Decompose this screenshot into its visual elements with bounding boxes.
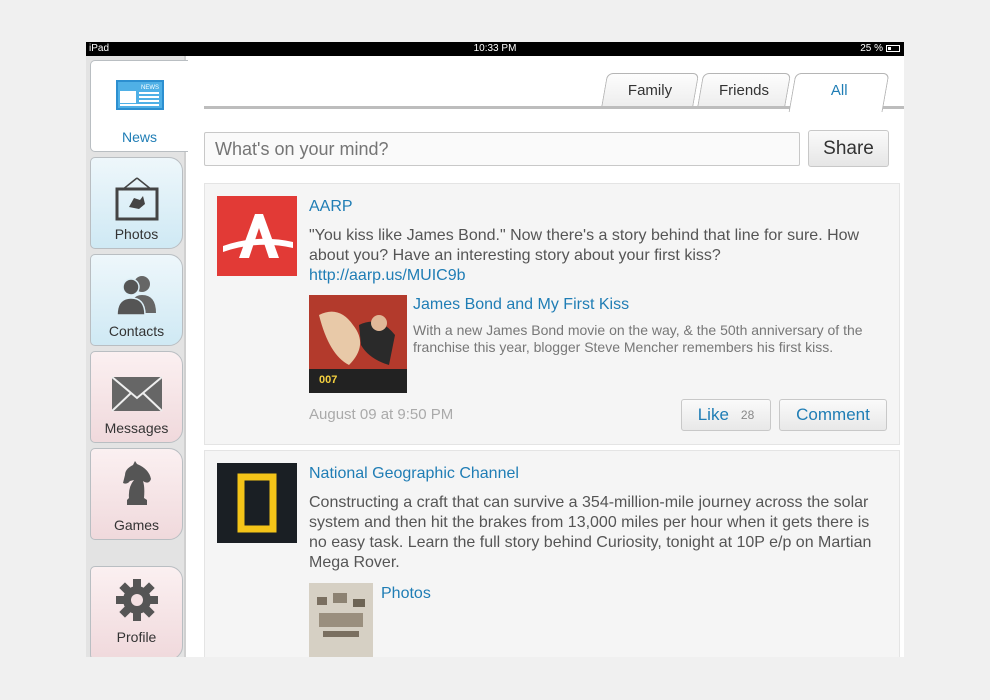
post-text: Constructing a craft that can survive a … — [309, 494, 872, 571]
post-author[interactable]: AARP — [309, 198, 353, 216]
battery-icon — [886, 45, 900, 52]
sidebar-item-label: Games — [113, 517, 160, 533]
attachment-thumbnail[interactable]: 007 — [309, 295, 407, 393]
attachment-title[interactable]: Photos — [381, 585, 431, 603]
post-card: AARP "You kiss like James Bond." Now the… — [204, 183, 900, 445]
post-text: "You kiss like James Bond." Now there's … — [309, 227, 860, 264]
people-icon — [91, 273, 182, 315]
sidebar-item-label: Contacts — [108, 323, 165, 339]
sidebar-item-label: Profile — [116, 629, 157, 645]
photos-thumbnail[interactable] — [309, 583, 373, 657]
tab-friends[interactable]: Friends — [696, 73, 792, 109]
sidebar-item-games[interactable]: Games — [90, 448, 183, 540]
sidebar: NEWS News Photos Contacts Messages Games… — [86, 56, 188, 657]
like-count: 28 — [740, 408, 755, 422]
status-input[interactable] — [204, 132, 800, 166]
post-author[interactable]: National Geographic Channel — [309, 465, 519, 483]
news-feed: Family Friends All Share AARP "You kiss … — [186, 56, 904, 657]
post-card: National Geographic Channel Constructing… — [204, 450, 900, 657]
sidebar-item-label: Messages — [104, 420, 169, 436]
attachment-title[interactable]: James Bond and My First Kiss — [413, 296, 629, 314]
svg-text:NEWS: NEWS — [141, 85, 159, 91]
share-button[interactable]: Share — [808, 130, 889, 167]
post-timestamp: August 09 at 9:50 PM — [309, 406, 454, 423]
clock: 10:33 PM — [473, 43, 517, 54]
like-button[interactable]: Like 28 — [681, 399, 771, 431]
chess-knight-icon — [91, 461, 182, 507]
sidebar-item-label: News — [121, 129, 157, 145]
sidebar-item-messages[interactable]: Messages — [90, 351, 183, 443]
sidebar-item-photos[interactable]: Photos — [90, 157, 183, 249]
newspaper-icon: NEWS — [91, 79, 188, 111]
picture-frame-icon — [91, 176, 182, 222]
envelope-icon — [91, 370, 182, 412]
svg-text:007: 007 — [319, 374, 337, 386]
post-link[interactable]: http://aarp.us/MUIC9b — [309, 267, 466, 284]
attachment-description: With a new James Bond movie on the way, … — [413, 322, 863, 355]
natgeo-logo[interactable] — [217, 463, 297, 543]
tab-all[interactable]: All — [788, 73, 890, 112]
status-bar: iPad 10:33 PM 25 % — [86, 42, 904, 56]
device-frame: iPad 10:33 PM 25 % NEWS News Photos Cont… — [0, 0, 990, 700]
tab-family[interactable]: Family — [600, 73, 700, 109]
sidebar-item-news[interactable]: NEWS News — [90, 60, 188, 152]
battery-percent: 25 % — [860, 43, 883, 54]
comment-button[interactable]: Comment — [779, 399, 887, 431]
sidebar-item-profile[interactable]: Profile — [90, 566, 183, 657]
aarp-logo[interactable] — [217, 196, 297, 276]
gear-icon — [91, 577, 182, 623]
sidebar-item-contacts[interactable]: Contacts — [90, 254, 183, 346]
sidebar-item-label: Photos — [114, 226, 159, 242]
screen: iPad 10:33 PM 25 % NEWS News Photos Cont… — [86, 42, 904, 657]
